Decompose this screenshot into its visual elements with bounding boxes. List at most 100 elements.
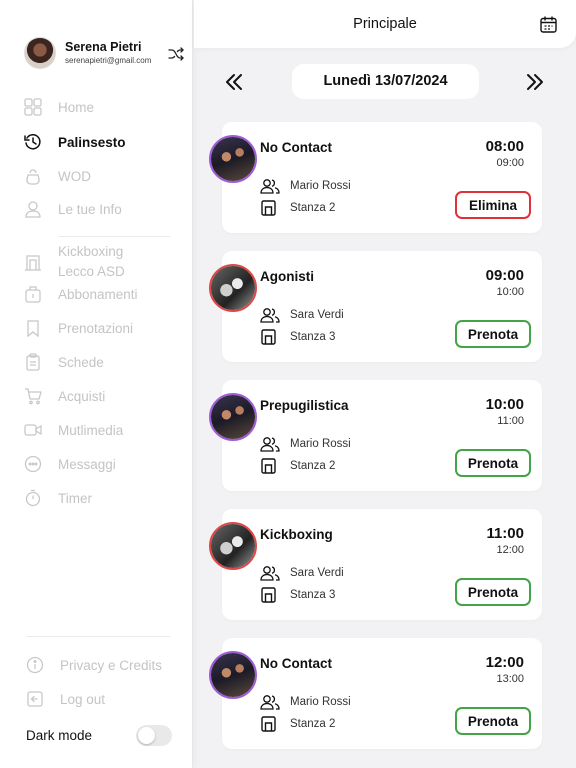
class-start-time: 10:00 — [485, 396, 524, 413]
sidebar-item-acquisti[interactable]: Acquisti — [24, 387, 105, 405]
sidebar-item-label: Log out — [60, 691, 106, 707]
date-navigator: Lunedì 13/07/2024 — [194, 64, 576, 100]
current-date[interactable]: Lunedì 13/07/2024 — [292, 64, 479, 99]
class-title: No Contact — [260, 656, 332, 671]
sidebar-item-label: Privacy e Credits — [60, 657, 163, 673]
next-day-icon[interactable] — [525, 72, 545, 92]
grid-icon — [24, 98, 42, 116]
sidebar-item-logout[interactable]: Log out — [26, 690, 105, 708]
class-card: No Contact 12:00 13:00 Mario Rossi Stanz… — [209, 638, 542, 749]
class-card: Kickboxing 11:00 12:00 Sara Verdi Stanza… — [209, 509, 542, 620]
door-icon — [261, 200, 276, 216]
sidebar-item-label: Timer — [58, 490, 92, 506]
chat-icon — [24, 455, 42, 473]
sidebar-item-multimedia[interactable]: Mutlimedia — [24, 421, 123, 439]
class-end-time: 12:00 — [496, 544, 524, 556]
divider — [26, 636, 170, 637]
class-room: Stanza 3 — [260, 587, 335, 603]
sidebar-item-label: Messaggi — [58, 456, 116, 472]
calendar-icon[interactable] — [540, 16, 557, 33]
sidebar-item-label: Schede — [58, 354, 104, 370]
door-icon — [25, 255, 41, 271]
class-avatar — [209, 522, 257, 570]
room-name: Stanza 2 — [290, 718, 336, 730]
sidebar-item-label: Home — [58, 99, 95, 115]
user-profile[interactable]: Serena Pietri serenapietri@gmail.com — [24, 37, 184, 69]
users-icon — [260, 308, 280, 323]
class-start-time: 12:00 — [485, 654, 524, 671]
sidebar-item-label: Abbonamenti — [58, 286, 138, 302]
room-name: Stanza 3 — [290, 331, 336, 343]
switch-account-icon[interactable] — [168, 46, 184, 62]
sidebar-item-messaggi[interactable]: Messaggi — [24, 455, 116, 473]
dark-mode-row: Dark mode — [26, 724, 172, 746]
class-room: Stanza 2 — [260, 716, 335, 732]
avatar — [24, 37, 56, 69]
cart-icon — [25, 388, 42, 405]
coach-name: Sara Verdi — [290, 309, 344, 321]
class-card: Agonisti 09:00 10:00 Sara Verdi Stanza 3… — [209, 251, 542, 362]
coach-name: Mario Rossi — [290, 180, 351, 192]
coach-name: Mario Rossi — [290, 696, 351, 708]
divider — [58, 236, 170, 237]
book-class-button[interactable]: Prenota — [455, 578, 531, 606]
sidebar: Serena Pietri serenapietri@gmail.com Hom… — [0, 0, 193, 768]
sidebar-item-schede[interactable]: Schede — [24, 353, 104, 371]
class-title: Prepugilistica — [260, 398, 349, 413]
class-room: Stanza 2 — [260, 200, 335, 216]
sidebar-item-label: Mutlimedia — [58, 422, 124, 438]
previous-day-icon[interactable] — [224, 72, 244, 92]
class-title: Agonisti — [260, 269, 314, 284]
class-avatar — [209, 135, 257, 183]
logout-icon — [27, 691, 43, 707]
class-coach: Mario Rossi — [260, 178, 351, 194]
user-icon — [25, 201, 41, 218]
delete-booking-button[interactable]: Elimina — [455, 191, 531, 219]
sidebar-item-prenotazioni[interactable]: Prenotazioni — [24, 319, 133, 337]
sidebar-item-palinsesto[interactable]: Palinsesto — [24, 133, 126, 151]
class-room: Stanza 2 — [260, 458, 335, 474]
class-room: Stanza 3 — [260, 329, 335, 345]
sidebar-item-label: Le tue Info — [58, 201, 122, 217]
class-end-time: 13:00 — [496, 673, 524, 685]
door-icon — [261, 587, 276, 603]
book-class-button[interactable]: Prenota — [455, 707, 531, 735]
sidebar-item-info[interactable]: Le tue Info — [24, 200, 122, 218]
clipboard-icon — [26, 353, 40, 371]
class-title: No Contact — [260, 140, 332, 155]
sidebar-item-gym[interactable]: Kickboxing Lecco ASD — [24, 242, 125, 282]
book-class-button[interactable]: Prenota — [455, 320, 531, 348]
class-card: No Contact 08:00 09:00 Mario Rossi Stanz… — [209, 122, 542, 233]
users-icon — [260, 566, 280, 581]
coach-name: Mario Rossi — [290, 438, 351, 450]
sidebar-item-wod[interactable]: WOD — [24, 167, 91, 185]
sidebar-item-abbonamenti[interactable]: Abbonamenti — [24, 285, 138, 303]
dark-mode-label: Dark mode — [26, 727, 93, 743]
coach-name: Sara Verdi — [290, 567, 344, 579]
class-end-time: 09:00 — [496, 157, 524, 169]
sidebar-item-privacy[interactable]: Privacy e Credits — [26, 656, 162, 674]
video-icon — [24, 424, 42, 436]
class-start-time: 11:00 — [486, 525, 524, 542]
sidebar-item-timer[interactable]: Timer — [24, 489, 92, 507]
class-coach: Sara Verdi — [260, 307, 344, 323]
class-avatar — [209, 264, 257, 312]
gym-name-line2: Lecco ASD — [58, 264, 125, 279]
bookmark-icon — [27, 320, 39, 337]
room-name: Stanza 2 — [290, 202, 336, 214]
door-icon — [261, 458, 276, 474]
book-class-button[interactable]: Prenota — [455, 449, 531, 477]
class-end-time: 11:00 — [497, 415, 524, 427]
class-start-time: 08:00 — [485, 138, 524, 155]
class-avatar — [209, 651, 257, 699]
sidebar-item-label: WOD — [58, 168, 91, 184]
dark-mode-toggle[interactable] — [136, 724, 172, 746]
class-coach: Mario Rossi — [260, 694, 351, 710]
info-icon — [26, 656, 44, 674]
room-name: Stanza 2 — [290, 460, 336, 472]
sidebar-item-home[interactable]: Home — [24, 98, 94, 116]
class-coach: Sara Verdi — [260, 565, 344, 581]
class-card: Prepugilistica 10:00 11:00 Mario Rossi S… — [209, 380, 542, 491]
users-icon — [260, 695, 280, 710]
room-name: Stanza 3 — [290, 589, 336, 601]
